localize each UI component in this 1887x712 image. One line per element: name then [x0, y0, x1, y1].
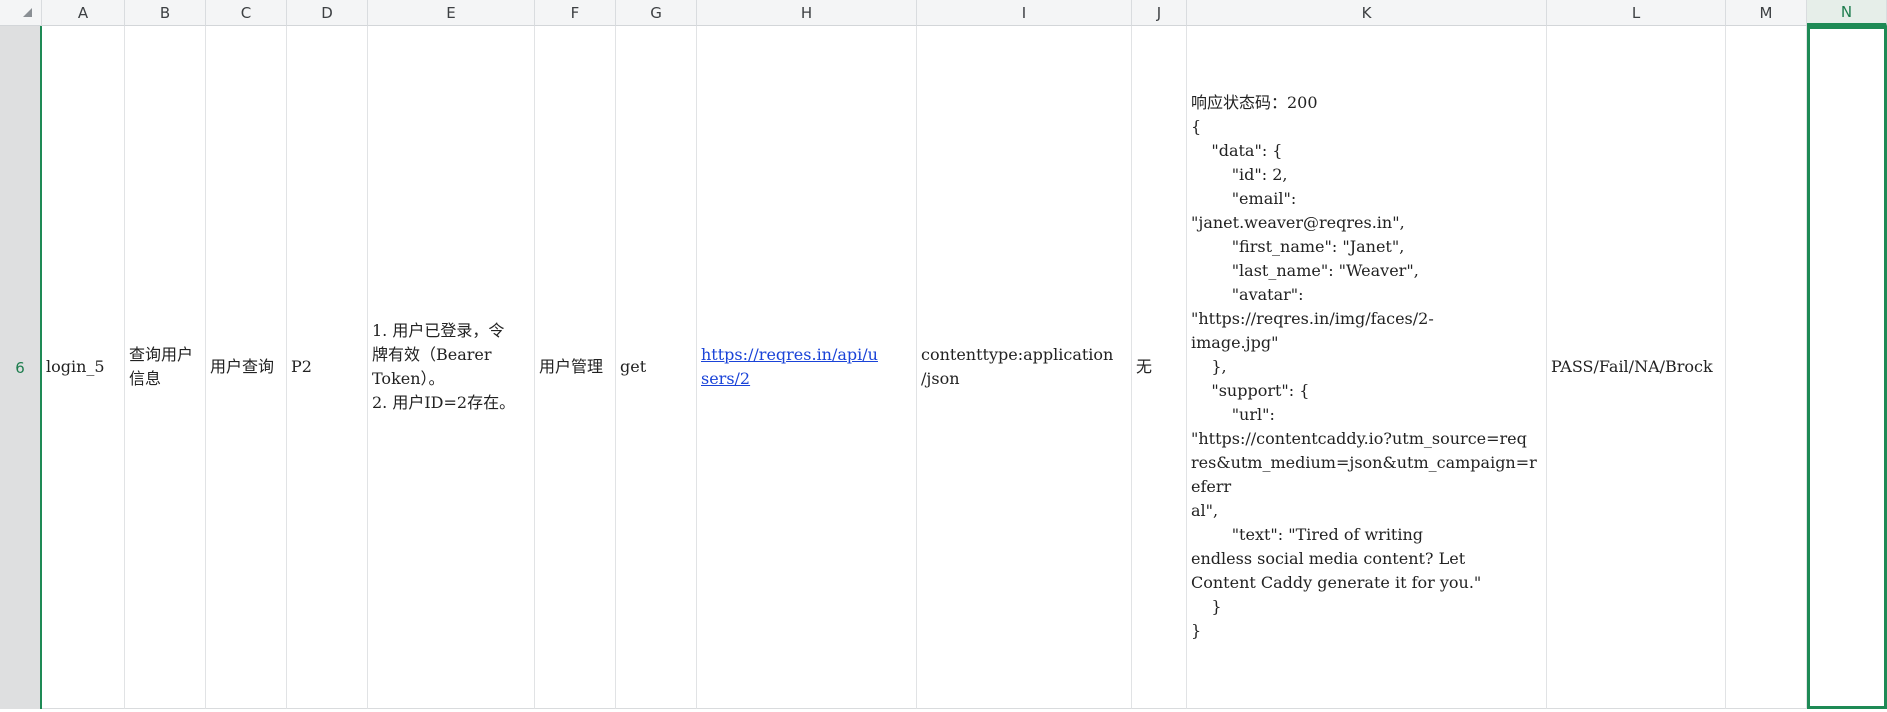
cell-i6[interactable]: contenttype:application /json — [917, 26, 1132, 709]
api-url-link[interactable]: https://reqres.in/api/u sers/2 — [701, 343, 878, 391]
column-header-i[interactable]: I — [917, 0, 1132, 26]
cell-h6[interactable]: https://reqres.in/api/u sers/2 — [697, 26, 917, 709]
cell-b6[interactable]: 查询用户 信息 — [125, 26, 206, 709]
cell-j6[interactable]: 无 — [1132, 26, 1187, 709]
column-header-k[interactable]: K — [1187, 0, 1547, 26]
cell-l6-text: PASS/Fail/NA/Brock — [1551, 357, 1713, 376]
cell-f6[interactable]: 用户管理 — [535, 26, 616, 709]
cell-i6-text: contenttype:application /json — [921, 345, 1114, 388]
cell-k6[interactable]: 响应状态码：200 { "data": { "id": 2, "email": … — [1187, 26, 1547, 709]
cell-d6[interactable]: P2 — [287, 26, 368, 709]
cell-e6[interactable]: 1. 用户已登录，令 牌有效（Bearer Token）。 2. 用户ID=2存… — [368, 26, 535, 709]
column-header-e[interactable]: E — [368, 0, 535, 26]
cell-b6-text: 查询用户 信息 — [129, 345, 194, 388]
column-header-c[interactable]: C — [206, 0, 287, 26]
cell-j6-text: 无 — [1136, 357, 1153, 376]
column-header-d[interactable]: D — [287, 0, 368, 26]
cell-a6[interactable]: login_5 — [42, 26, 125, 709]
column-header-f[interactable]: F — [535, 0, 616, 26]
cell-c6-text: 用户查询 — [210, 357, 275, 376]
column-header-l[interactable]: L — [1547, 0, 1726, 26]
column-header-b[interactable]: B — [125, 0, 206, 26]
cell-e6-text: 1. 用户已登录，令 牌有效（Bearer Token）。 2. 用户ID=2存… — [372, 321, 516, 412]
column-header-n[interactable]: N — [1807, 0, 1887, 26]
column-header-m[interactable]: M — [1726, 0, 1807, 26]
column-header-h[interactable]: H — [697, 0, 917, 26]
cell-g6-text: get — [620, 357, 647, 376]
select-all-corner[interactable] — [0, 0, 42, 26]
cell-g6[interactable]: get — [616, 26, 697, 709]
cell-l6[interactable]: PASS/Fail/NA/Brock — [1547, 26, 1726, 709]
cell-c6[interactable]: 用户查询 — [206, 26, 287, 709]
cell-a6-text: login_5 — [46, 357, 105, 376]
column-header-j[interactable]: J — [1132, 0, 1187, 26]
cell-d6-text: P2 — [291, 357, 312, 376]
cell-m6[interactable] — [1726, 26, 1807, 709]
cell-k6-text: 响应状态码：200 { "data": { "id": 2, "email": … — [1191, 93, 1537, 640]
cell-f6-text: 用户管理 — [539, 357, 604, 376]
column-header-g[interactable]: G — [616, 0, 697, 26]
cell-n6-selected[interactable] — [1807, 26, 1887, 709]
spreadsheet-grid: A B C D E F G H I J K L M N 6 login_5 查询… — [0, 0, 1887, 712]
select-all-triangle-icon — [23, 8, 32, 17]
row-header-6[interactable]: 6 — [0, 26, 42, 709]
column-header-a[interactable]: A — [42, 0, 125, 26]
